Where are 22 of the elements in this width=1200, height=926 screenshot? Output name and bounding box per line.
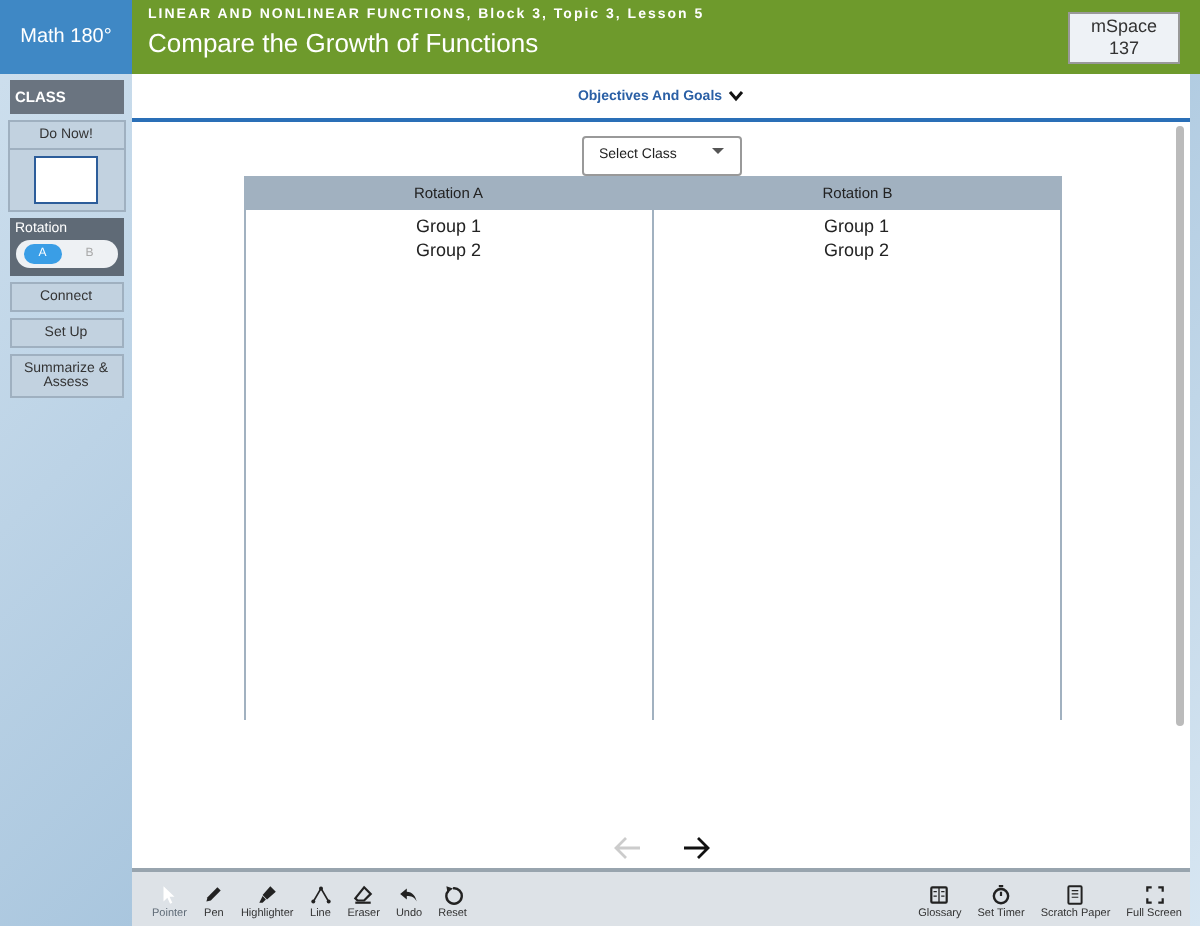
pen-icon [202, 884, 225, 906]
stopwatch-icon [990, 884, 1013, 906]
group-name[interactable]: Group 2 [823, 240, 890, 260]
paper-icon [1064, 884, 1087, 906]
line-icon [309, 884, 332, 906]
lesson-title: Compare the Growth of Functions [148, 28, 541, 58]
caret-icon [711, 148, 723, 156]
reset-icon [441, 884, 464, 906]
next-arrow-icon[interactable] [681, 836, 709, 860]
highlighter-icon [256, 884, 279, 906]
fullscreen-icon [1143, 884, 1166, 906]
chevron-down-icon [728, 90, 745, 102]
group-name[interactable]: Group 2 [415, 240, 482, 260]
undo-icon [398, 884, 421, 906]
group-name[interactable]: Group 1 [823, 216, 890, 236]
eraser-icon [352, 884, 375, 906]
logo: Math 180° [0, 0, 132, 74]
book-icon [928, 884, 951, 906]
group-name[interactable]: Group 1 [415, 216, 482, 236]
worksheet-thumbnail[interactable] [34, 156, 98, 204]
scrollbar[interactable] [1176, 126, 1184, 726]
mspace-button[interactable]: mSpace 137 [1068, 12, 1180, 64]
